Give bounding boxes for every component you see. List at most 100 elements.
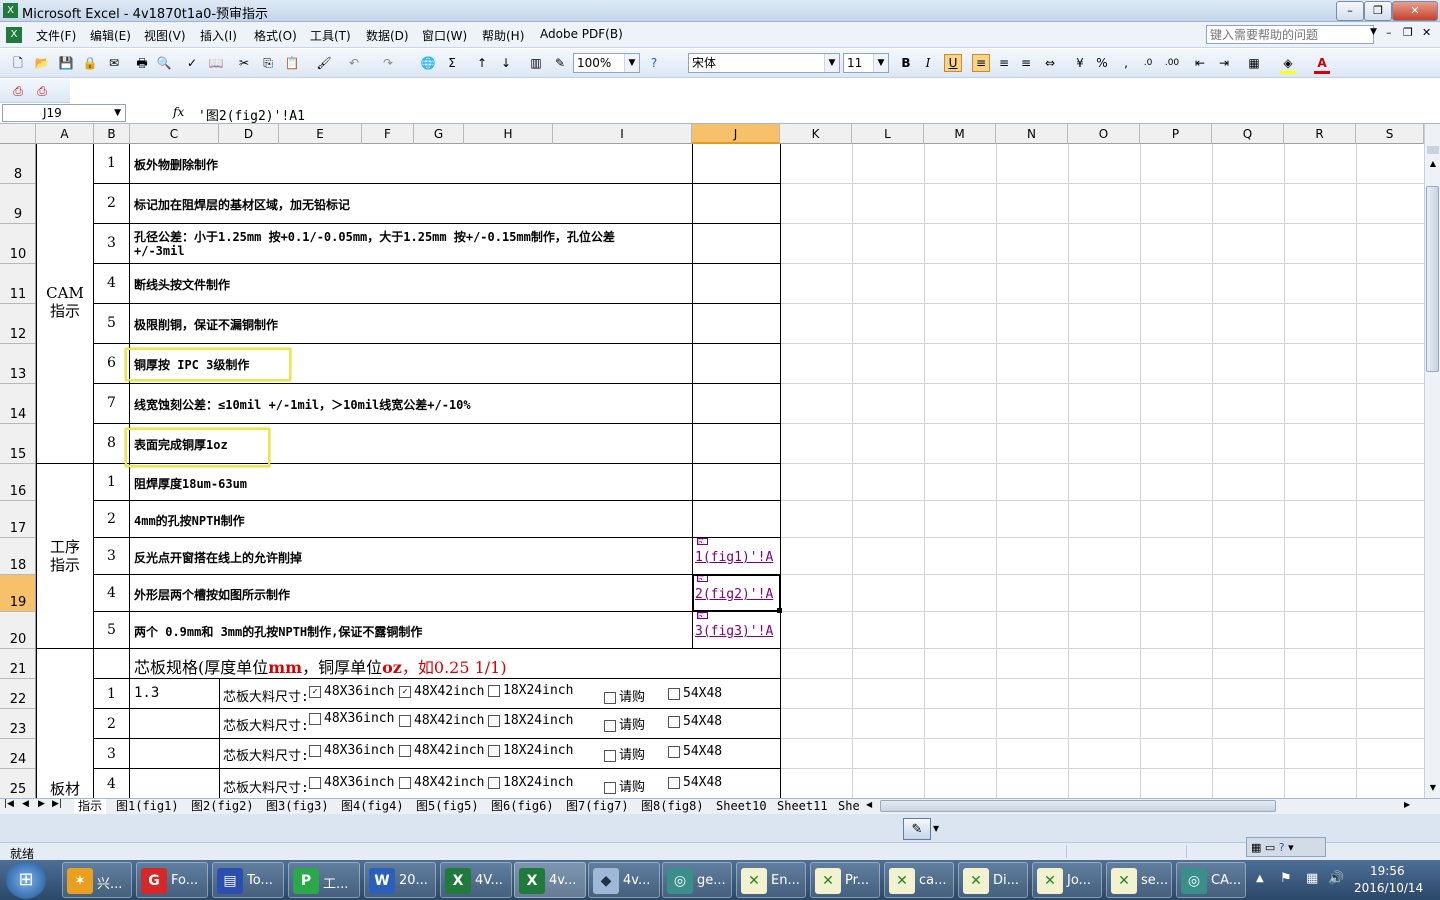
open-icon[interactable]: 📂	[34, 55, 50, 71]
menu-edit[interactable]: 编辑(E)	[90, 27, 131, 44]
taskbar-item[interactable]: ✶ 兴...	[62, 862, 132, 898]
research-icon[interactable]: 📖	[208, 55, 224, 71]
process-item-number[interactable]: 5	[94, 622, 129, 638]
help-dropdown-icon[interactable]: ▼	[1370, 27, 1377, 37]
checkbox-18x24[interactable]: 18X24inch	[488, 743, 573, 758]
category-process[interactable]: 工序 指示	[37, 538, 93, 578]
hyperlink-icon[interactable]: 🌐	[420, 55, 436, 71]
column-header-i[interactable]: I	[553, 124, 692, 144]
clock-date[interactable]: 2016/10/14	[1354, 881, 1423, 895]
checkbox-48x36[interactable]: 48X36inch	[309, 743, 394, 758]
sheet-tab[interactable]: 图5(fig5)	[416, 799, 479, 814]
board-item-number[interactable]: 4	[94, 776, 129, 792]
column-header-h[interactable]: H	[464, 124, 553, 144]
column-header-e[interactable]: E	[279, 124, 362, 144]
decrease-decimal-icon[interactable]: .00	[1164, 55, 1180, 71]
taskbar-item[interactable]: ✕ se...	[1106, 862, 1172, 898]
fill-color-icon[interactable]: ◈	[1280, 55, 1296, 74]
column-header-s[interactable]: S	[1356, 124, 1424, 144]
column-header-g[interactable]: G	[414, 124, 464, 144]
name-box[interactable]: J19 ▼	[2, 104, 126, 122]
row-header-13[interactable]: 13	[0, 344, 35, 384]
taskbar-item[interactable]: ✕ ca...	[884, 862, 954, 898]
process-item-number[interactable]: 2	[94, 511, 129, 527]
column-header-l[interactable]: L	[852, 124, 924, 144]
row-header-12[interactable]: 12	[0, 304, 35, 344]
menu-help[interactable]: 帮助(H)	[482, 27, 524, 44]
taskbar-item[interactable]: ✕ Jo...	[1032, 862, 1102, 898]
comma-style-icon[interactable]: ,	[1118, 55, 1134, 71]
print-preview-icon[interactable]: 🔍	[156, 55, 172, 71]
prev-sheet-icon[interactable]: ◀	[22, 799, 29, 809]
bold-icon[interactable]: B	[898, 55, 914, 71]
checkbox-18x24[interactable]: 18X24inch	[488, 775, 573, 790]
cam-item-text[interactable]: 板外物删除制作	[134, 156, 690, 173]
doc-close-icon[interactable]: ✕	[1422, 26, 1431, 39]
sheet-tab[interactable]: 图2(fig2)	[191, 799, 254, 814]
process-item-number[interactable]: 3	[94, 548, 129, 564]
new-icon[interactable]: 🗋	[10, 55, 26, 71]
currency-icon[interactable]: ¥	[1072, 55, 1088, 71]
tray-expand-icon[interactable]: ▲	[1256, 873, 1264, 884]
floating-toolbar-button[interactable]: ✎	[903, 818, 931, 840]
sheet-tab-active[interactable]: 指示	[74, 799, 107, 815]
row-header-17[interactable]: 17	[0, 501, 35, 538]
checkbox-54x48[interactable]: 54X48	[668, 714, 722, 729]
doc-minimize-icon[interactable]: –	[1386, 26, 1392, 39]
column-header-a[interactable]: A	[36, 124, 94, 144]
borders-icon[interactable]: ▦	[1246, 55, 1262, 71]
row-header-11[interactable]: 11	[0, 264, 35, 304]
highlight-box[interactable]	[125, 428, 270, 467]
undo-icon[interactable]: ↶	[346, 55, 362, 71]
checkbox-54x48[interactable]: 54X48	[668, 686, 722, 701]
formula-input[interactable]: '图2(fig2)'!A1	[198, 105, 305, 124]
sheet-tab[interactable]: She	[838, 799, 860, 814]
row-header-10[interactable]: 10	[0, 224, 35, 264]
row-header-24[interactable]: 24	[0, 739, 35, 769]
column-header-p[interactable]: P	[1140, 124, 1212, 144]
process-item-number[interactable]: 4	[94, 585, 129, 601]
cam-item-number[interactable]: 1	[94, 155, 129, 171]
cam-item-text[interactable]: 孔径公差：小于1.25mm 按+0.1/-0.05mm，大于1.25mm 按+/…	[134, 228, 690, 245]
underline-icon[interactable]: U	[944, 54, 962, 72]
increase-decimal-icon[interactable]: .0	[1140, 55, 1156, 71]
cut-icon[interactable]: ✂	[236, 55, 252, 71]
restore-button[interactable]: ❐	[1364, 1, 1392, 21]
split-box[interactable]	[1427, 146, 1439, 154]
sheet-tab[interactable]: Sheet11	[777, 799, 828, 814]
sheet-tab[interactable]: 图1(fig1)	[116, 799, 179, 814]
menu-format[interactable]: 格式(O)	[254, 27, 297, 44]
cam-item-text[interactable]: 断线头按文件制作	[134, 276, 690, 293]
checkbox-48x42[interactable]: 48X42inch	[399, 713, 484, 728]
taskbar-item[interactable]: ◆ 4v...	[588, 862, 660, 898]
chart-wizard-icon[interactable]: ▥	[528, 55, 544, 71]
taskbar-item[interactable]: ✕ Di...	[958, 862, 1028, 898]
taskbar-item[interactable]: W 20...	[364, 862, 436, 898]
menu-window[interactable]: 窗口(W)	[422, 27, 467, 44]
select-all-corner[interactable]	[0, 124, 36, 144]
align-left-icon[interactable]: ≡	[972, 54, 990, 72]
process-item-text[interactable]: 外形层两个槽按如图所示制作	[134, 586, 690, 603]
board-heading[interactable]: 芯板规格(厚度单位mm，铜厚单位oz，如0.25 1/1)	[134, 654, 774, 678]
board-thickness-value[interactable]: 1.3	[134, 685, 218, 701]
hyperlink-fig3[interactable]: 3(fig3)'!A	[695, 624, 779, 639]
sheet-tab[interactable]: Sheet10	[716, 799, 767, 814]
row-header-15[interactable]: 15	[0, 424, 35, 464]
menu-insert[interactable]: 插入(I)	[200, 27, 237, 44]
column-header-c[interactable]: C	[130, 124, 219, 144]
highlight-box[interactable]	[125, 348, 291, 381]
help-search-input[interactable]	[1206, 25, 1374, 44]
column-header-q[interactable]: Q	[1212, 124, 1284, 144]
column-header-n[interactable]: N	[996, 124, 1068, 144]
scroll-thumb[interactable]	[1426, 186, 1439, 372]
paste-icon[interactable]: 📋	[284, 55, 300, 71]
taskbar-item[interactable]: ◎ ge...	[662, 862, 732, 898]
spelling-icon[interactable]: ✓	[184, 55, 200, 71]
cam-item-number[interactable]: 5	[94, 315, 129, 331]
process-item-text[interactable]: 两个 0.9mm和 3mm的孔按NPTH制作,保证不露铜制作	[134, 623, 690, 640]
sheet-tab[interactable]: 图8(fig8)	[641, 799, 704, 814]
font-select[interactable]: 宋体 ▼	[688, 53, 840, 73]
clock-time[interactable]: 19:56	[1370, 864, 1405, 878]
row-header-23[interactable]: 23	[0, 709, 35, 739]
align-right-icon[interactable]: ≡	[1018, 55, 1034, 71]
